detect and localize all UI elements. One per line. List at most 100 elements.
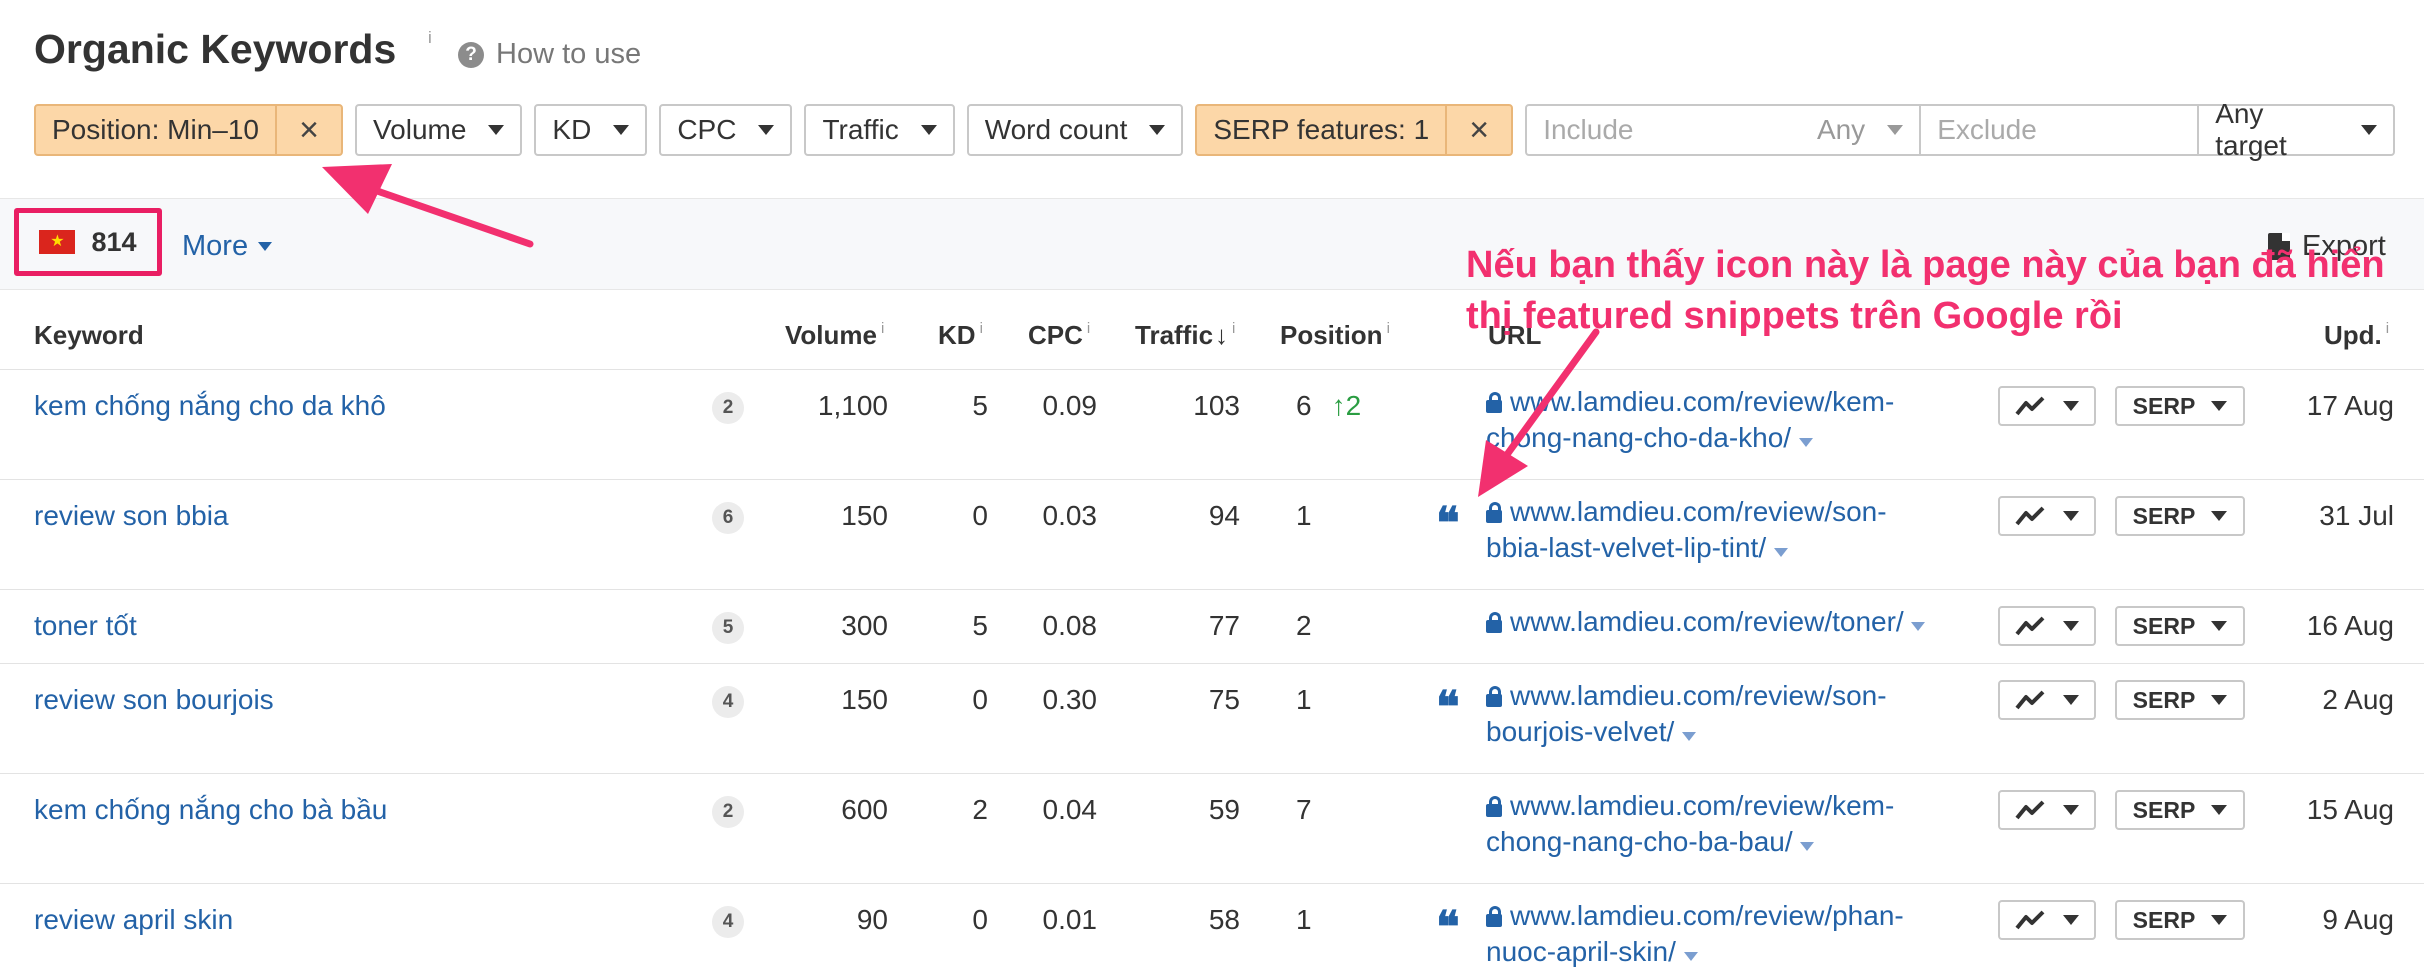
chevron-down-icon (488, 125, 505, 135)
column-position[interactable]: Position i (1280, 320, 1390, 351)
cpc-filter[interactable]: CPC (659, 104, 793, 156)
chevron-down-icon (2063, 915, 2079, 925)
keyword-link[interactable]: review son bbia (34, 500, 229, 532)
chevron-down-icon (2211, 805, 2228, 815)
url-link[interactable]: www.lamdieu.com/review/son-bbia-last-vel… (1486, 494, 1926, 566)
kd-value: 0 (972, 684, 988, 715)
featured-snippet-icon: ❝ (1436, 682, 1460, 733)
table-row: review april skin 4 90 0 0.01 58 1 ❝ www.lamdieu… (0, 884, 2424, 978)
kd-filter[interactable]: KD (534, 104, 648, 156)
url-link[interactable]: www.lamdieu.com/review/son-bourjois-velv… (1486, 678, 1926, 750)
word-count-filter-label: Word count (984, 114, 1128, 145)
chevron-down-icon (613, 125, 630, 135)
traffic-value: 75 (1208, 684, 1240, 715)
keyword-link[interactable]: toner tốt (34, 610, 137, 642)
chevron-down-icon (2361, 125, 2378, 135)
keyword-link[interactable]: kem chống nắng cho bà bầu (34, 794, 387, 826)
trend-button[interactable] (1998, 900, 2096, 940)
keyword-link[interactable]: review son bourjois (34, 684, 274, 716)
volume-filter[interactable]: Volume (355, 104, 523, 156)
chevron-down-icon (2063, 401, 2079, 411)
exclude-input[interactable]: Exclude (1919, 106, 2197, 154)
chevron-down-icon[interactable] (1682, 732, 1697, 741)
trend-icon (2015, 690, 2045, 710)
position-change: ↑2 (1331, 390, 1362, 421)
vietnam-flag-icon: ★ (39, 230, 76, 254)
position-value: 2 (1296, 610, 1312, 641)
updated-date: 17 Aug (2306, 390, 2394, 421)
position-value: 6 ↑2 (1296, 390, 1362, 421)
target-select[interactable]: Any target (2197, 98, 2393, 161)
serp-button[interactable]: SERP (2115, 496, 2245, 536)
trend-button[interactable] (1998, 790, 2096, 830)
updated-date: 2 Aug (2322, 684, 2394, 715)
lock-icon (1486, 502, 1502, 523)
how-to-use-label: How to use (496, 38, 642, 70)
volume-value: 300 (841, 610, 888, 641)
url-link[interactable]: www.lamdieu.com/review/toner/ (1486, 604, 1926, 640)
cpc-value: 0.04 (1042, 794, 1098, 825)
url-link[interactable]: www.lamdieu.com/review/kem-chong-nang-ch… (1486, 788, 1926, 860)
word-count-filter[interactable]: Word count (966, 104, 1184, 156)
close-icon[interactable]: × (1445, 106, 1511, 154)
trend-icon (2015, 396, 2045, 416)
serp-button[interactable]: SERP (2115, 606, 2245, 646)
column-keyword[interactable]: Keyword (34, 320, 144, 351)
trend-icon (2015, 616, 2045, 636)
url-link[interactable]: www.lamdieu.com/review/phan-nuoc-april-s… (1486, 898, 1926, 970)
include-mode-label: Any (1816, 114, 1866, 145)
close-icon[interactable]: × (275, 106, 341, 154)
annotation-text: Nếu bạn thấy icon này là page này của bạ… (1466, 244, 2385, 337)
chevron-down-icon[interactable] (1798, 438, 1813, 447)
serp-button[interactable]: SERP (2115, 900, 2245, 940)
trend-icon (2015, 910, 2045, 930)
column-traffic[interactable]: Traffic↓ i (1135, 320, 1235, 351)
serp-button[interactable]: SERP (2115, 680, 2245, 720)
traffic-filter-label: Traffic (822, 114, 899, 145)
chevron-down-icon (920, 125, 937, 135)
chevron-down-icon (2211, 621, 2228, 631)
lock-icon (1486, 612, 1502, 633)
chevron-down-icon (2063, 695, 2079, 705)
more-button[interactable]: More (182, 230, 273, 263)
lock-icon (1486, 796, 1502, 817)
chevron-down-icon[interactable] (1773, 548, 1788, 557)
kd-value: 0 (972, 904, 988, 935)
trend-button[interactable] (1998, 386, 2096, 426)
how-to-use-link[interactable]: ? How to use (458, 38, 641, 71)
chevron-down-icon[interactable] (1800, 842, 1815, 851)
include-input[interactable]: Include Any (1527, 106, 1919, 154)
cpc-value: 0.30 (1042, 684, 1098, 715)
country-count-selector[interactable]: ★ 814 (14, 208, 162, 276)
column-cpc[interactable]: CPC i (1028, 320, 1090, 351)
position-value: 1 (1296, 684, 1312, 715)
position-value: 1 (1296, 904, 1312, 935)
cpc-value: 0.03 (1042, 500, 1098, 531)
chevron-down-icon[interactable] (1683, 952, 1698, 961)
include-exclude-group: Include Any Exclude Any target (1525, 98, 2396, 161)
url-link[interactable]: www.lamdieu.com/review/kem-chong-nang-ch… (1486, 384, 1926, 456)
trend-button[interactable] (1998, 680, 2096, 720)
column-kd[interactable]: KD i (938, 320, 983, 351)
chevron-down-icon (2063, 511, 2079, 521)
keyword-link[interactable]: review april skin (34, 904, 233, 936)
serp-features-filter[interactable]: SERP features: 1 × (1195, 104, 1514, 156)
traffic-filter[interactable]: Traffic (804, 104, 955, 156)
serp-button[interactable]: SERP (2115, 386, 2245, 426)
trend-button[interactable] (1998, 606, 2096, 646)
keyword-link[interactable]: kem chống nắng cho da khô (34, 390, 386, 422)
trend-icon (2015, 506, 2045, 526)
include-mode-select[interactable]: Any (1816, 114, 1904, 146)
chevron-down-icon[interactable] (1911, 622, 1926, 631)
info-icon[interactable]: i (428, 28, 432, 48)
sort-down-icon: ↓ (1215, 320, 1229, 350)
cpc-value: 0.08 (1042, 610, 1098, 641)
target-label: Any target (2215, 98, 2287, 161)
trend-button[interactable] (1998, 496, 2096, 536)
position-value: 7 (1296, 794, 1312, 825)
serp-button[interactable]: SERP (2115, 790, 2245, 830)
position-filter[interactable]: Position: Min–10 × (34, 104, 344, 156)
updated-date: 16 Aug (2306, 610, 2394, 641)
column-volume[interactable]: Volume i (785, 320, 884, 351)
traffic-value: 94 (1208, 500, 1240, 531)
